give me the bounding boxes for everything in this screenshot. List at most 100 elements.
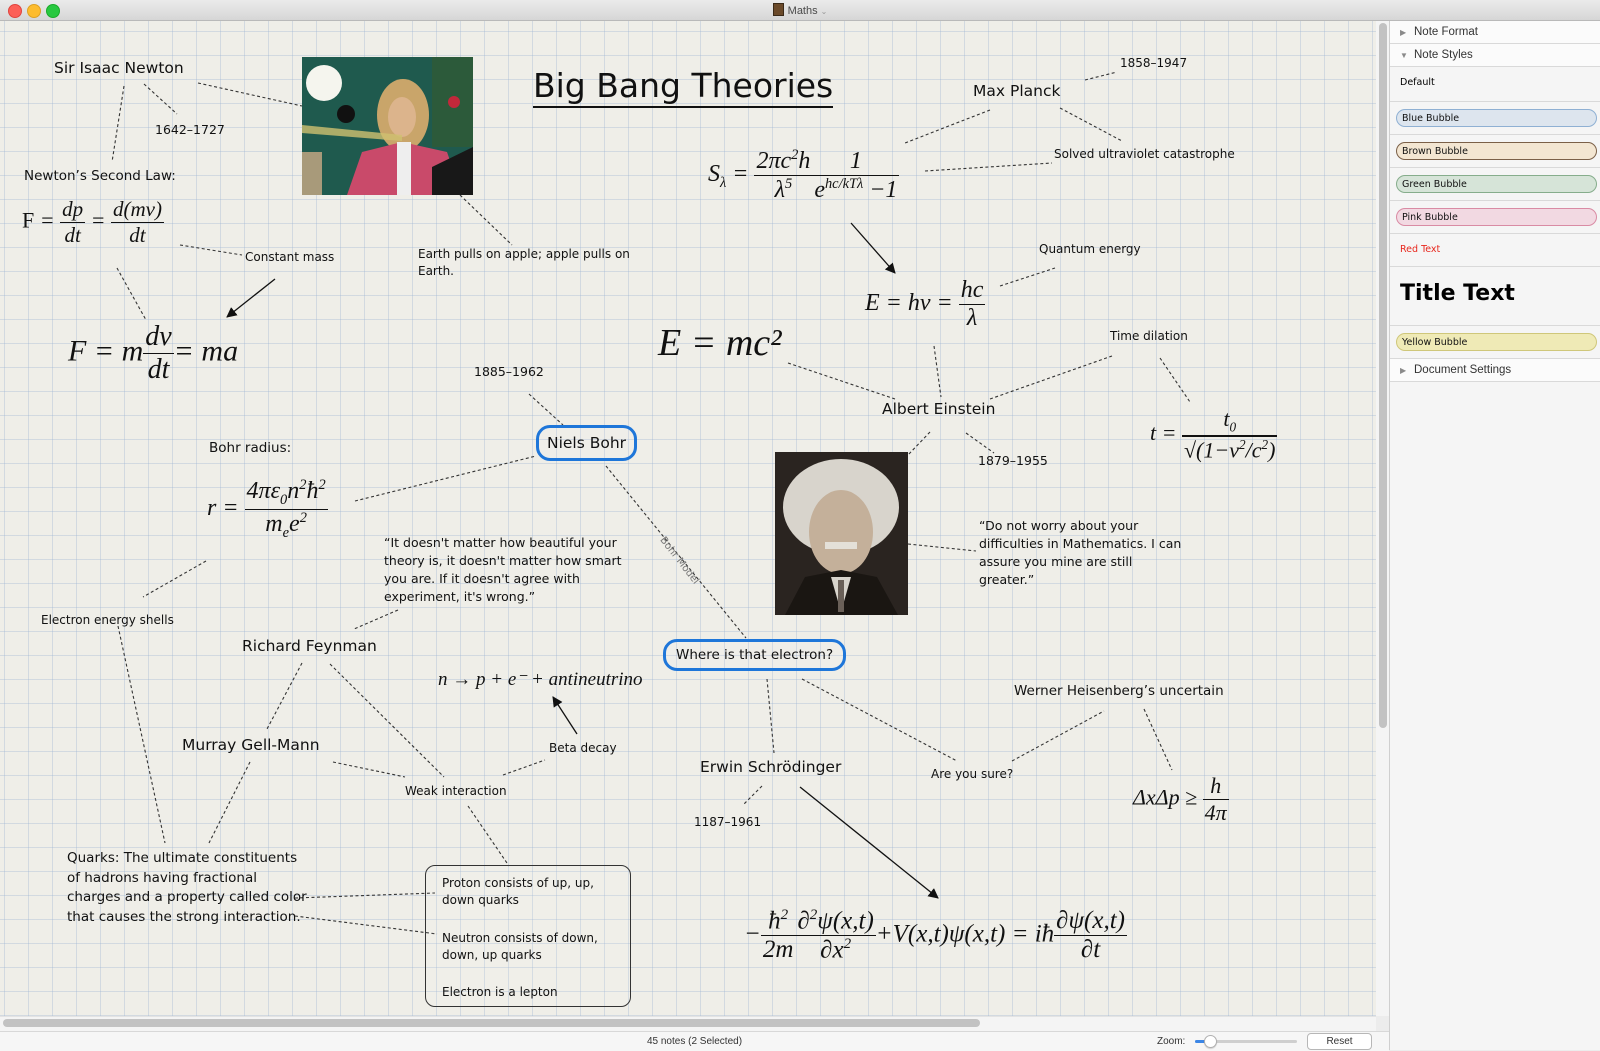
section-note-styles[interactable]: ▼ Note Styles [1390,44,1600,67]
style-red-text[interactable]: Red Text [1390,234,1600,267]
note-are-you-sure[interactable]: Are you sure? [931,767,1013,781]
section-document-settings[interactable]: ▶ Document Settings [1390,359,1600,382]
style-green-bubble[interactable]: Green Bubble [1390,168,1600,201]
mindmap-canvas[interactable]: Big Bang Theories Sir Isaac Newton 1642–… [0,21,1376,1016]
note-electron-lepton: Electron is a lepton [442,985,558,999]
reset-zoom-button[interactable]: Reset [1307,1033,1372,1050]
link-line [907,431,931,456]
link-line [924,162,1053,172]
style-brown-bubble[interactable]: Brown Bubble [1390,135,1600,168]
equation-beta-decay[interactable]: n → p + e⁻ + antineutrino [438,668,643,691]
note-feynman[interactable]: Richard Feynman [242,637,377,655]
note-feynman-quote[interactable]: “It doesn't matter how beautiful your th… [384,534,629,607]
note-newton[interactable]: Sir Isaac Newton [54,59,184,77]
link-line [742,785,763,806]
style-label: Brown Bubble [1396,142,1597,160]
link-line [142,560,207,598]
link-line [353,609,399,630]
note-schrodinger-dates[interactable]: 1187–1961 [694,815,761,829]
link-line [179,244,243,256]
section-label: Document Settings [1414,364,1512,376]
document-title[interactable]: Big Bang Theories [533,67,834,108]
status-bar: 45 notes (2 Selected) Zoom: Reset [0,1031,1389,1051]
zoom-slider-knob[interactable] [1204,1035,1217,1048]
note-gell-mann[interactable]: Murray Gell-Mann [182,736,320,754]
note-planck[interactable]: Max Planck [973,82,1060,100]
note-einstein-quote[interactable]: “Do not worry about your difficulties in… [979,517,1184,590]
style-label: Red Text [1400,244,1441,255]
note-ultraviolet[interactable]: Solved ultraviolet catastrophe [1054,147,1235,161]
equation-mass-energy[interactable]: E = mc² [658,321,782,365]
equation-f-ma[interactable]: F = m dv dt = ma [68,321,238,386]
style-title-text[interactable]: Title Text [1390,267,1600,326]
arrow-planck-to-quantum [850,222,896,274]
style-label: Pink Bubble [1396,208,1597,226]
link-line [467,805,510,867]
link-line [989,355,1113,400]
equation-planck-law[interactable]: Sλ = 2πc2h λ5 1 ehc/kTλ −1 [708,147,900,204]
equation-schrodinger[interactable]: − ħ2 2m ∂2ψ(x,t) ∂x2 +V(x,t)ψ(x,t) = iħ ∂ψ(x,t… [744,907,1127,965]
horizontal-scrollbar-thumb[interactable] [3,1019,980,1027]
note-electron-shells[interactable]: Electron energy shells [41,613,174,627]
note-einstein-dates[interactable]: 1879–1955 [978,453,1048,468]
note-newton-second-law[interactable]: Newton’s Second Law: [24,168,176,184]
style-yellow-bubble[interactable]: Yellow Bubble [1390,326,1600,359]
link-line [999,267,1056,287]
note-weak-interaction[interactable]: Weak interaction [405,784,507,798]
title-bar: Maths ⌄ [0,0,1600,21]
style-label: Green Bubble [1396,175,1597,193]
inspector-sidebar: ▶ Note Format ▼ Note Styles Default Blue B… [1389,21,1600,1050]
section-note-format[interactable]: ▶ Note Format [1390,21,1600,44]
link-line [116,267,147,321]
equation-newton-second-law[interactable]: F = dp dt = d(mv) dt [22,197,164,248]
link-line [965,432,995,454]
arrow-constant-mass [226,278,276,318]
note-bohr-dates[interactable]: 1885–1962 [474,364,544,379]
note-where-electron[interactable]: Where is that electron? [663,639,847,671]
link-line [528,393,564,426]
link-line [332,761,406,778]
note-heisenberg[interactable]: Werner Heisenberg’s uncertain [1014,683,1224,699]
newton-photo[interactable] [302,57,473,195]
note-constant-mass[interactable]: Constant mass [245,250,334,264]
link-line [459,194,513,246]
style-label: Title Text [1400,281,1515,306]
style-default[interactable]: Default [1390,67,1600,102]
disclosure-right-icon: ▶ [1400,28,1407,37]
style-blue-bubble[interactable]: Blue Bubble [1390,102,1600,135]
vertical-scrollbar-thumb[interactable] [1379,23,1387,728]
einstein-portrait-image [775,452,908,615]
note-earth-apple[interactable]: Earth pulls on apple; apple pulls on Ear… [418,246,658,281]
note-quarks[interactable]: Quarks: The ultimate constituents of had… [67,849,307,927]
note-niels-bohr[interactable]: Niels Bohr [536,425,638,461]
disclosure-right-icon: ▶ [1400,366,1407,375]
link-line [208,761,251,844]
note-neutron: Neutron consists of down, down, up quark… [442,931,598,963]
newton-portrait-image [302,57,473,195]
style-label: Yellow Bubble [1396,333,1597,351]
zoom-label: Zoom: [1157,1036,1186,1047]
note-particle-composition[interactable]: Proton consists of up, up, down quarks N… [425,865,631,1007]
equation-bohr-radius[interactable]: r = 4πε0n2ħ2 mee2 [207,477,328,542]
note-beta-decay[interactable]: Beta decay [549,741,617,755]
note-schrodinger[interactable]: Erwin Schrödinger [700,758,841,776]
einstein-photo[interactable] [775,452,908,615]
equation-photon-energy[interactable]: E = hν = hc λ [865,277,986,332]
link-line [766,678,775,754]
window-title[interactable]: Maths ⌄ [0,3,1600,17]
note-einstein[interactable]: Albert Einstein [882,400,995,418]
note-time-dilation[interactable]: Time dilation [1110,329,1188,343]
zoom-slider[interactable] [1195,1035,1297,1048]
style-pink-bubble[interactable]: Pink Bubble [1390,201,1600,234]
equation-time-dilation[interactable]: t = t0 √(1−v2/c2) [1150,406,1278,464]
link-line [294,892,436,899]
note-newton-dates[interactable]: 1642–1727 [155,122,225,137]
document-icon [772,3,784,16]
note-bohr-radius[interactable]: Bohr radius: [209,440,291,456]
link-line [266,662,303,730]
note-quantum-energy[interactable]: Quantum energy [1039,242,1141,256]
link-line [329,663,445,778]
link-line [502,759,546,776]
note-planck-dates[interactable]: 1858–1947 [1120,56,1187,70]
equation-uncertainty[interactable]: ΔxΔp ≥ h 4π [1133,773,1229,826]
